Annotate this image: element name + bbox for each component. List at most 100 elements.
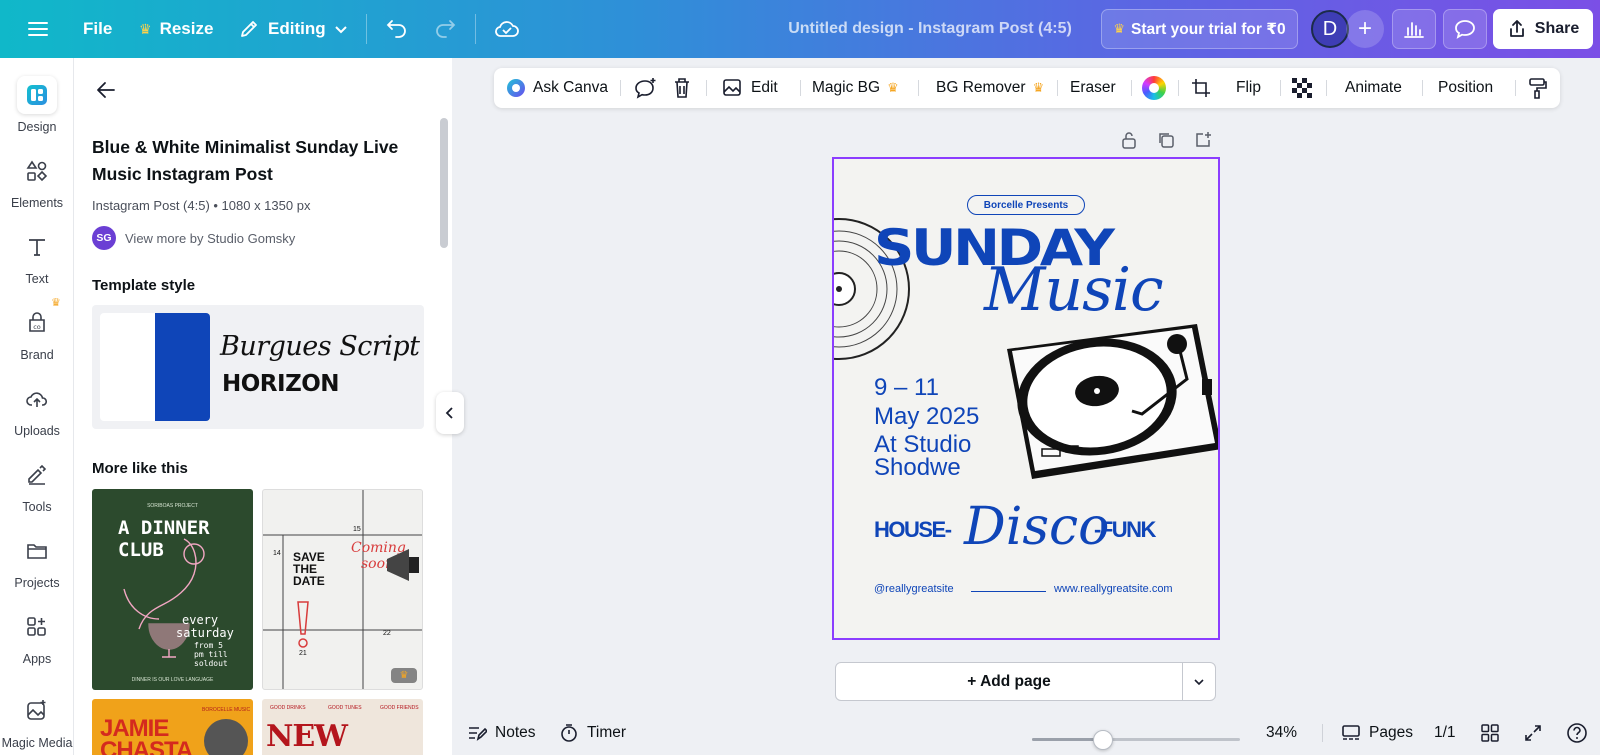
poster-month-year: May 2025 xyxy=(874,403,980,430)
ask-canva-button[interactable]: Ask Canva xyxy=(506,68,608,108)
author-link[interactable]: SG View more by Studio Gomsky xyxy=(92,226,295,250)
add-page-dropdown[interactable] xyxy=(1182,662,1216,701)
poster-website: www.reallygreatsite.com xyxy=(1054,583,1173,595)
thumb-small-text: GOOD TUNES xyxy=(328,705,362,711)
avatar[interactable]: D xyxy=(1311,10,1349,48)
add-collaborator-button[interactable]: + xyxy=(1346,10,1384,48)
pages-button[interactable]: Pages xyxy=(1341,721,1413,745)
notes-button[interactable]: Notes xyxy=(467,721,536,745)
uploads-icon xyxy=(17,380,57,418)
calendar-grid xyxy=(263,490,422,689)
rail-item-elements[interactable]: Elements xyxy=(0,152,74,210)
flip-button[interactable]: Flip xyxy=(1236,68,1261,108)
collapse-panel-button[interactable] xyxy=(436,392,464,434)
animate-button[interactable]: Animate xyxy=(1345,68,1402,108)
position-button[interactable]: Position xyxy=(1438,68,1493,108)
rail-label: Text xyxy=(25,272,49,286)
thumb-text: from 5 xyxy=(194,641,223,650)
poster-dates: 9 – 11 May 2025 xyxy=(874,373,979,431)
divider xyxy=(706,80,707,96)
document-title[interactable]: Untitled design - Instagram Post (4:5) xyxy=(760,0,1100,58)
template-thumbnail[interactable]: GOOD DRINKS GOOD TUNES GOOD FRIENDS NEW … xyxy=(262,699,423,755)
delete-button[interactable] xyxy=(672,68,692,108)
rail-item-apps[interactable]: Apps xyxy=(0,608,74,666)
start-trial-button[interactable]: ♛ Start your trial for ₹0 xyxy=(1101,9,1298,49)
lock-icon xyxy=(1122,132,1136,149)
transparency-icon xyxy=(1292,78,1312,98)
lock-button[interactable] xyxy=(1117,130,1141,150)
add-page-icon-button[interactable] xyxy=(1191,130,1215,150)
copy-style-button[interactable] xyxy=(1528,68,1548,108)
crown-icon: ♛ xyxy=(51,297,61,309)
rail-item-design[interactable]: Design xyxy=(0,76,74,134)
zoom-label: 34% xyxy=(1266,724,1298,741)
edit-image-button[interactable]: Edit xyxy=(722,68,778,108)
timer-button[interactable]: Timer xyxy=(559,721,626,745)
thumb-number: 22 xyxy=(383,630,391,637)
fullscreen-button[interactable] xyxy=(1524,721,1542,745)
thumb-small-text: GOOD DRINKS xyxy=(270,705,306,711)
comments-button[interactable] xyxy=(1443,9,1487,49)
grid-view-button[interactable] xyxy=(1481,721,1499,745)
cloud-saved-icon[interactable] xyxy=(494,0,520,58)
thumb-small-text: GOOD FRIENDS xyxy=(380,705,419,711)
file-label: File xyxy=(83,19,113,38)
redo-button[interactable] xyxy=(434,0,456,58)
color-wheel-icon xyxy=(1142,76,1166,100)
zoom-slider-thumb[interactable] xyxy=(1093,730,1114,750)
rail-item-brand[interactable]: co ♛ Brand xyxy=(0,297,74,362)
template-thumbnail[interactable]: SAVE THE DATE Coming soon 15 14 22 21 ♛ xyxy=(262,489,423,690)
color-adjust-button[interactable] xyxy=(1142,68,1166,108)
help-button[interactable] xyxy=(1566,721,1588,745)
poster-location-line: At Studio xyxy=(874,431,972,458)
thumb-text: soldout xyxy=(194,659,228,668)
undo-button[interactable] xyxy=(386,0,408,58)
poster-presenter-pill: Borcelle Presents xyxy=(967,195,1085,215)
thumb-text: saturday xyxy=(176,626,234,640)
thumb-number: 15 xyxy=(353,526,361,533)
divider xyxy=(1515,80,1516,96)
duplicate-page-button[interactable] xyxy=(1154,130,1178,150)
rail-item-magic-media[interactable]: Magic Media xyxy=(0,692,74,750)
resize-button[interactable]: ♛ Resize xyxy=(139,0,213,58)
expand-icon xyxy=(1525,725,1541,741)
transparency-button[interactable] xyxy=(1292,68,1312,108)
comment-icon xyxy=(1455,20,1475,39)
chevron-down-icon xyxy=(1194,678,1204,685)
bg-remover-button[interactable]: BG Remover ♛ xyxy=(936,68,1044,108)
poster-location: At Studio Shodwe xyxy=(874,431,972,480)
thumb-small-text: BOROCELLE MUSIC xyxy=(202,707,251,713)
page-count: 1/1 xyxy=(1434,724,1456,741)
back-button[interactable] xyxy=(92,76,120,104)
share-button[interactable]: Share xyxy=(1493,9,1593,49)
insights-button[interactable] xyxy=(1392,9,1436,49)
magic-bg-button[interactable]: Magic BG ♛ xyxy=(812,68,899,108)
crown-icon: ♛ xyxy=(1032,80,1045,95)
eraser-button[interactable]: Eraser xyxy=(1070,68,1116,108)
template-thumbnail[interactable]: SORIBOAS PROJECT A DINNER CLUB every sat… xyxy=(92,489,253,690)
rail-item-uploads[interactable]: Uploads xyxy=(0,380,74,438)
template-thumbnail[interactable]: BOROCELLE MUSIC JAMIE CHASTA xyxy=(92,699,253,755)
comment-add-icon xyxy=(635,78,656,99)
rail-item-tools[interactable]: Tools xyxy=(0,456,74,514)
rail-item-text[interactable]: Text xyxy=(0,228,74,286)
file-menu[interactable]: File xyxy=(83,0,112,58)
add-page-button[interactable]: + Add page xyxy=(835,662,1183,701)
menu-icon[interactable] xyxy=(27,0,49,58)
design-canvas[interactable]: Borcelle Presents SUNDAY Music 9 – 11 Ma… xyxy=(832,157,1220,640)
editing-label: Editing xyxy=(268,19,326,38)
rail-item-projects[interactable]: Projects xyxy=(0,532,74,590)
crop-button[interactable] xyxy=(1191,68,1211,108)
position-label: Position xyxy=(1438,79,1494,96)
flip-label: Flip xyxy=(1236,79,1261,96)
template-style-heading: Template style xyxy=(92,277,196,294)
timer-icon xyxy=(561,724,577,742)
template-style-card[interactable]: Burgues Script HORIZON xyxy=(92,305,424,429)
poster-genre-script: Disco xyxy=(964,497,1110,557)
editing-mode-dropdown[interactable]: Editing xyxy=(238,0,348,58)
panel-scrollbar[interactable] xyxy=(440,118,448,248)
add-comment-button[interactable] xyxy=(634,68,658,108)
zoom-percentage[interactable]: 34% xyxy=(1266,721,1297,745)
grid-icon xyxy=(1481,724,1499,742)
divider xyxy=(620,80,621,96)
